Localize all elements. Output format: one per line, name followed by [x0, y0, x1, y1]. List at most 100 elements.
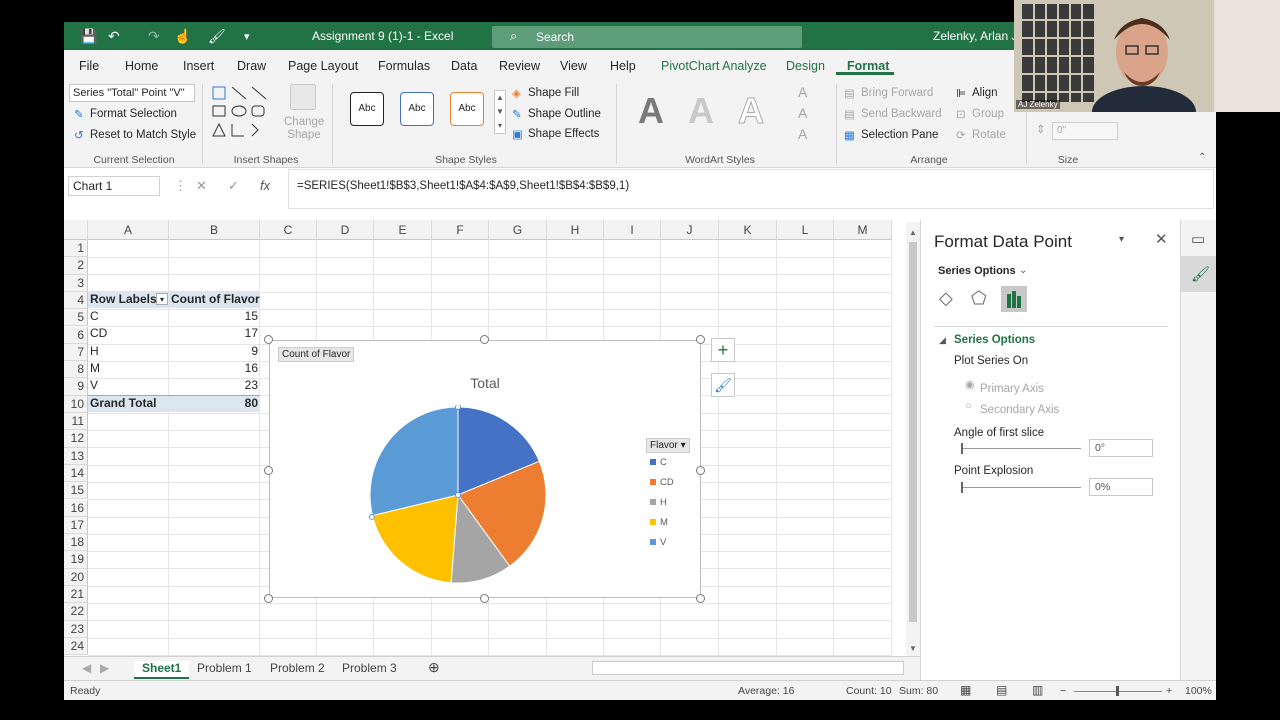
page-layout-view-icon[interactable]: ▤: [996, 683, 1007, 697]
chart-elements-dropdown[interactable]: Series "Total" Point "V": [69, 84, 195, 102]
row-labels-filter-icon[interactable]: ▾: [156, 293, 168, 305]
row-header-2[interactable]: 2: [64, 257, 88, 275]
row-header-13[interactable]: 13: [64, 447, 88, 465]
angle-slider[interactable]: [961, 443, 1081, 454]
row-header-16[interactable]: 16: [64, 499, 88, 517]
tab-view[interactable]: View: [560, 59, 587, 73]
resize-handle[interactable]: [696, 594, 705, 603]
scroll-down-icon[interactable]: ▼: [909, 644, 917, 653]
row-header-10[interactable]: 10: [64, 395, 88, 413]
row-header-23[interactable]: 23: [64, 620, 88, 638]
status-count[interactable]: Count: 10: [846, 685, 892, 697]
row-header-20[interactable]: 20: [64, 568, 88, 586]
chart-styles-brush-icon[interactable]: 🖌: [711, 373, 735, 397]
cancel-icon[interactable]: ✕: [196, 178, 207, 194]
align-button[interactable]: Align: [972, 87, 998, 99]
row-header-3[interactable]: 3: [64, 274, 88, 292]
row-header-19[interactable]: 19: [64, 551, 88, 569]
shape-fill-button[interactable]: Shape Fill: [528, 87, 579, 99]
close-icon[interactable]: ✕: [1155, 230, 1168, 248]
reset-to-match-style-button[interactable]: Reset to Match Style: [90, 129, 196, 141]
pivot-count-header[interactable]: Count of Flavor: [171, 291, 260, 308]
legend-entry-cd[interactable]: CD: [650, 477, 674, 497]
tab-insert[interactable]: Insert: [183, 59, 214, 73]
chart-title[interactable]: Total: [270, 375, 700, 391]
send-backward-button[interactable]: Send Backward: [861, 108, 942, 120]
select-all-corner[interactable]: [64, 220, 88, 240]
zoom-out-icon[interactable]: −: [1060, 685, 1066, 697]
explosion-slider[interactable]: [961, 482, 1081, 493]
row-header-4[interactable]: 4: [64, 291, 88, 310]
tab-file[interactable]: File: [79, 59, 99, 73]
primary-axis-radio[interactable]: ◉: [965, 378, 975, 391]
pivot-row-value[interactable]: 16: [164, 360, 258, 377]
status-sum[interactable]: Sum: 80: [899, 685, 938, 697]
column-header-j[interactable]: J: [661, 220, 719, 240]
row-header-12[interactable]: 12: [64, 430, 88, 448]
explosion-input[interactable]: 0%: [1089, 478, 1153, 496]
collapse-ribbon-icon[interactable]: ⌃: [1198, 152, 1206, 163]
vertical-scrollbar[interactable]: ▲ ▼: [906, 222, 920, 658]
shape-style-preset-2[interactable]: Abc: [400, 92, 434, 126]
tab-help[interactable]: Help: [610, 59, 636, 73]
angle-input[interactable]: 0°: [1089, 439, 1153, 457]
shape-outline-button[interactable]: Shape Outline: [528, 108, 601, 120]
selection-pane-button[interactable]: Selection Pane: [861, 129, 938, 141]
legend-entry-m[interactable]: M: [650, 517, 674, 537]
pivot-row-value[interactable]: 23: [164, 377, 258, 394]
chart-legend[interactable]: C CD H M V: [650, 457, 674, 557]
row-header-9[interactable]: 9: [64, 378, 88, 396]
resize-handle[interactable]: [480, 335, 489, 344]
column-header-f[interactable]: F: [432, 220, 489, 240]
row-header-6[interactable]: 6: [64, 326, 88, 344]
row-header-8[interactable]: 8: [64, 361, 88, 379]
row-header-5[interactable]: 5: [64, 309, 88, 327]
user-name[interactable]: Zelenky, Arlan J.: [933, 29, 1021, 43]
tab-page-layout[interactable]: Page Layout: [288, 59, 358, 73]
grand-total-label[interactable]: Grand Total: [90, 395, 156, 412]
fill-color-icon[interactable]: 🖌: [208, 28, 226, 45]
wordart-style-2[interactable]: A: [688, 90, 714, 132]
sheet-tab-problem-2[interactable]: Problem 2: [270, 661, 325, 675]
secondary-axis-radio[interactable]: ○: [965, 400, 972, 412]
pivot-row-value[interactable]: 15: [164, 308, 258, 325]
row-header-17[interactable]: 17: [64, 516, 88, 535]
normal-view-icon[interactable]: ▦: [960, 683, 971, 697]
format-selection-button[interactable]: Format Selection: [90, 108, 177, 120]
zoom-level[interactable]: 100%: [1185, 685, 1212, 697]
sheet-tab-sheet1[interactable]: Sheet1: [134, 661, 190, 679]
pivot-row-label[interactable]: C: [90, 308, 99, 325]
chart-elements-plus-icon[interactable]: +: [711, 338, 735, 362]
zoom-in-icon[interactable]: +: [1166, 685, 1172, 697]
resize-handle[interactable]: [696, 335, 705, 344]
tab-draw[interactable]: Draw: [237, 59, 266, 73]
pivot-row-label[interactable]: M: [90, 360, 100, 377]
customize-qat-icon[interactable]: ▾: [244, 30, 250, 43]
pivot-row-label[interactable]: H: [90, 343, 99, 360]
column-header-d[interactable]: D: [317, 220, 374, 240]
tab-formulas[interactable]: Formulas: [378, 59, 430, 73]
row-header-14[interactable]: 14: [64, 464, 88, 483]
next-sheet-icon[interactable]: ▶: [100, 661, 109, 675]
pivot-row-labels-header[interactable]: Row Labels: [90, 291, 157, 308]
column-header-c[interactable]: C: [260, 220, 317, 240]
pane-options-icon[interactable]: ▾: [1119, 234, 1124, 245]
row-header-24[interactable]: 24: [64, 637, 88, 656]
shape-style-preset-1[interactable]: Abc: [350, 92, 384, 126]
count-of-flavor-field-button[interactable]: Count of Flavor: [278, 347, 355, 362]
shapes-gallery[interactable]: [210, 84, 280, 140]
scroll-up-icon[interactable]: ▲: [909, 228, 917, 237]
column-header-h[interactable]: H: [547, 220, 604, 240]
tab-review[interactable]: Review: [499, 59, 540, 73]
insert-function-icon[interactable]: fx: [260, 178, 270, 193]
prev-sheet-icon[interactable]: ◀: [82, 661, 91, 675]
column-header-l[interactable]: L: [777, 220, 834, 240]
resize-handle[interactable]: [480, 594, 489, 603]
row-header-22[interactable]: 22: [64, 603, 88, 621]
shape-height-input[interactable]: 0": [1052, 122, 1118, 140]
bring-forward-button[interactable]: Bring Forward: [861, 87, 933, 99]
series-options-chevron-icon[interactable]: ⌄: [1019, 265, 1027, 276]
shape-style-preset-3[interactable]: Abc: [450, 92, 484, 126]
pie-chart[interactable]: Count of Flavor Total Flavor ▾ C CD H M V: [269, 340, 701, 598]
text-effects-icon[interactable]: A: [798, 126, 807, 142]
